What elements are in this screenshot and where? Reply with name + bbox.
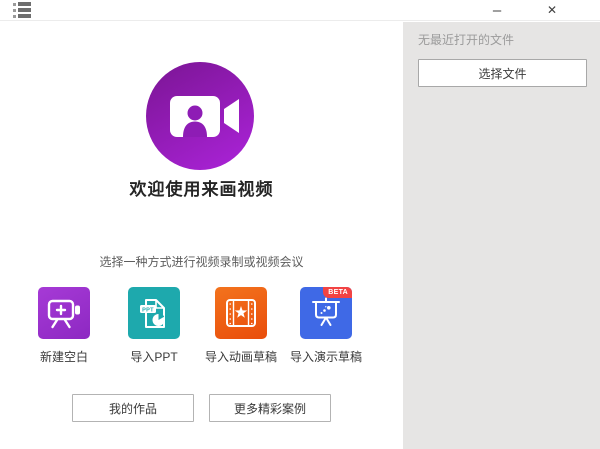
- app-window: – ✕ 欢迎使用来画视频 选择一种方式进行视频录制或视频会议: [0, 0, 600, 449]
- new-blank-icon: [38, 287, 90, 339]
- my-works-button[interactable]: 我的作品: [72, 394, 194, 422]
- choose-file-button[interactable]: 选择文件: [418, 59, 587, 87]
- more-examples-button[interactable]: 更多精彩案例: [209, 394, 331, 422]
- list-menu-icon[interactable]: [13, 2, 33, 18]
- action-label: 导入PPT: [109, 348, 199, 365]
- action-new-blank[interactable]: 新建空白: [19, 287, 109, 365]
- action-label: 导入动画草稿: [196, 348, 286, 365]
- action-import-presentation-draft[interactable]: BETA 导入演示草稿: [281, 287, 371, 365]
- mode-select-subtitle: 选择一种方式进行视频录制或视频会议: [0, 253, 403, 270]
- titlebar: – ✕: [0, 0, 600, 21]
- action-import-animation-draft[interactable]: 导入动画草稿: [196, 287, 286, 365]
- action-label: 导入演示草稿: [281, 348, 371, 365]
- welcome-title: 欢迎使用来画视频: [0, 175, 403, 200]
- main-area: 欢迎使用来画视频 选择一种方式进行视频录制或视频会议 新建空白: [0, 22, 403, 449]
- no-recent-files-text: 无最近打开的文件: [418, 31, 587, 48]
- minimize-icon[interactable]: –: [482, 0, 512, 21]
- svg-text:PPT: PPT: [142, 307, 154, 313]
- video-camera-logo-icon: [146, 62, 254, 170]
- app-logo: [146, 62, 254, 170]
- recent-files-sidebar: 无最近打开的文件 选择文件: [403, 22, 600, 449]
- action-import-ppt[interactable]: PPT 导入PPT: [109, 287, 199, 365]
- close-icon[interactable]: ✕: [537, 0, 567, 21]
- import-ppt-icon: PPT: [128, 287, 180, 339]
- beta-badge: BETA: [323, 287, 352, 298]
- footer-buttons: 我的作品 更多精彩案例: [0, 394, 403, 422]
- action-label: 新建空白: [19, 348, 109, 365]
- import-animation-icon: [215, 287, 267, 339]
